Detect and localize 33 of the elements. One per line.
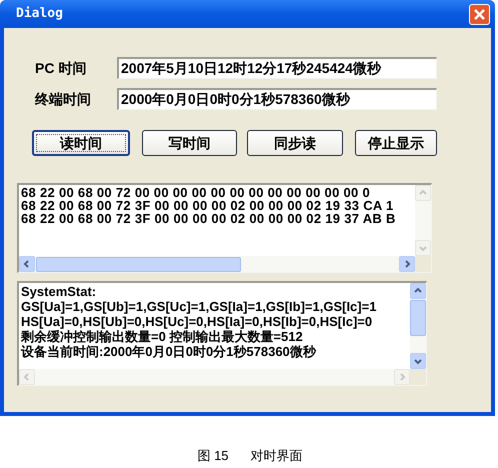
field-label: PC 时间 bbox=[35, 58, 88, 78]
figure-caption: 对时界面 bbox=[250, 447, 303, 465]
figure-number: 图 15 bbox=[197, 447, 229, 465]
scroll-left-button[interactable] bbox=[19, 256, 35, 272]
close-button[interactable] bbox=[469, 4, 490, 24]
field-label: 终端时间 bbox=[35, 90, 92, 108]
status-log-line: HS[Ua]=0,HS[Ub]=0,HS[Uc]=0,HS[Ia]=0,HS[Ib]=0,HS[Ic]=0 bbox=[21, 314, 374, 329]
scroll-thumb[interactable] bbox=[36, 256, 241, 272]
action-button[interactable]: 停止显示 bbox=[355, 130, 437, 156]
time-field[interactable]: 2007年5月10日12时12分17秒245424微秒 bbox=[117, 57, 437, 79]
scrollbar-corner bbox=[415, 256, 431, 272]
status-log-line: 剩余缓冲控制输出数量=0 控制输出最大数量=512 bbox=[21, 329, 304, 344]
scrollbar-corner bbox=[410, 369, 426, 385]
scroll-right-button[interactable] bbox=[399, 256, 415, 272]
time-field[interactable]: 2000年0月0日0时0分1秒578360微秒 bbox=[117, 88, 437, 110]
action-button[interactable]: 写时间 bbox=[142, 130, 237, 156]
hex-log-line: 68 22 00 68 00 72 3F 00 00 00 00 02 00 00 00 02 19 33 CA 1 bbox=[21, 199, 395, 212]
vertical-scrollbar[interactable] bbox=[410, 283, 426, 369]
action-button[interactable]: 同步读 bbox=[247, 130, 343, 156]
status-log-line: GS[Ua]=1,GS[Ub]=1,GS[Uc]=1,GS[Ia]=1,GS[Ib]=1,GS[Ic]=1 bbox=[21, 299, 378, 314]
hex-log-line: 68 22 00 68 00 72 3F 00 00 00 00 02 00 00 00 02 19 37 AB B bbox=[21, 212, 397, 225]
hex-log-box[interactable]: 68 22 00 68 00 72 00 00 00 00 00 00 00 00 00 00 00 00 0 68 22 00 68 00 72 3F 00 00 00 00 02 00 00 00 02 19 33 CA 1 68 22 00 68 00 72 3F 00 00 00 00 02 00 00 00 02 19 37 AB B bbox=[17, 183, 432, 273]
hex-log-line: 68 22 00 68 00 72 00 00 00 00 00 00 00 00 00 00 00 00 0 bbox=[21, 186, 372, 199]
scroll-down-button[interactable] bbox=[410, 353, 426, 369]
scroll-up-button[interactable] bbox=[410, 283, 426, 299]
horizontal-scrollbar[interactable] bbox=[19, 256, 415, 272]
status-log-line: SystemStat: bbox=[21, 284, 98, 299]
status-log-box[interactable]: SystemStat: GS[Ua]=1,GS[Ub]=1,GS[Uc]=1,GS[Ia]=1,GS[Ib]=1,GS[Ic]=1 HS[Ua]=0,HS[Ub]=0,HS[Uc]=0,HS[Ia]=0,HS[Ib]=0,HS[Ic]=0 剩余缓冲控制输出数量=0 控制输出最大数量=512 设备当前时间:2000年0月0日0时0分1秒578360微秒 bbox=[17, 281, 427, 386]
scroll-thumb[interactable] bbox=[410, 300, 426, 336]
status-log-line: 设备当前时间:2000年0月0日0时0分1秒578360微秒 bbox=[21, 344, 318, 359]
window-title: Dialog bbox=[16, 5, 63, 24]
action-button[interactable]: 读时间 bbox=[32, 130, 130, 156]
close-icon bbox=[474, 8, 485, 20]
